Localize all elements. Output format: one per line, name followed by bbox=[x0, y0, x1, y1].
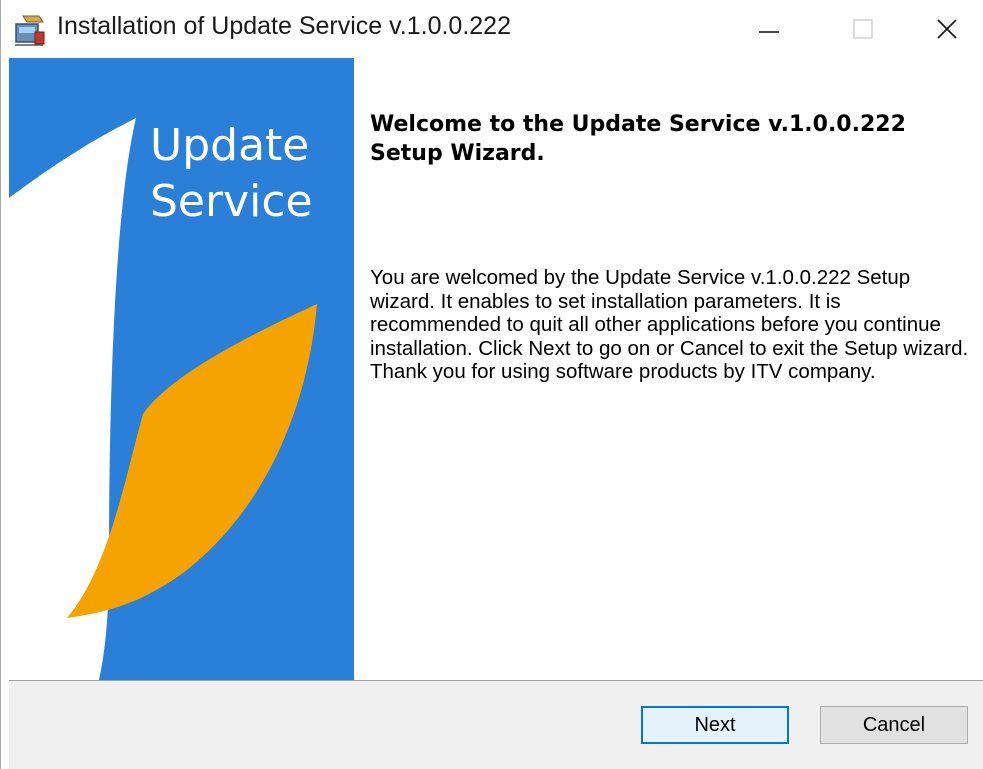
minimize-button[interactable] bbox=[725, 0, 813, 58]
cancel-button[interactable]: Cancel bbox=[820, 706, 968, 744]
minimize-icon bbox=[759, 31, 779, 33]
wizard-content: Welcome to the Update Service v.1.0.0.22… bbox=[354, 58, 983, 680]
next-button[interactable]: Next bbox=[641, 706, 789, 744]
installer-app-icon bbox=[15, 15, 45, 46]
banner-title-line2: Service bbox=[150, 176, 313, 227]
close-button[interactable] bbox=[903, 0, 983, 58]
welcome-title: Welcome to the Update Service v.1.0.0.22… bbox=[370, 112, 906, 166]
installer-window: Installation of Update Service v.1.0.0.2… bbox=[0, 0, 983, 769]
close-icon bbox=[937, 19, 957, 39]
title-bar[interactable]: Installation of Update Service v.1.0.0.2… bbox=[1, 0, 983, 58]
maximize-icon bbox=[853, 19, 873, 39]
window-title: Installation of Update Service v.1.0.0.2… bbox=[57, 12, 511, 40]
button-bar: Next Cancel bbox=[9, 681, 983, 769]
banner-title: Update Service bbox=[150, 118, 313, 230]
banner-title-line1: Update bbox=[150, 120, 310, 171]
maximize-button bbox=[819, 0, 907, 58]
welcome-body-text: You are welcomed by the Update Service v… bbox=[370, 266, 969, 383]
wizard-banner: Update Service bbox=[9, 58, 354, 680]
